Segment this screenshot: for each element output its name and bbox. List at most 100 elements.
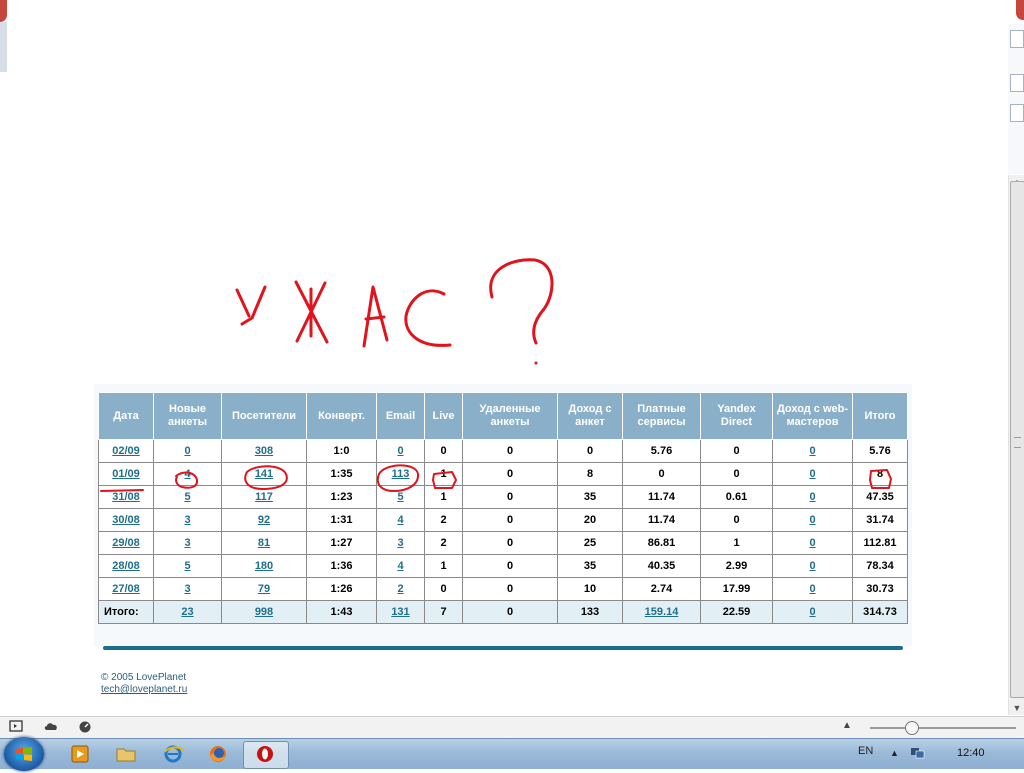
visitors-link[interactable]: 998 <box>255 606 273 618</box>
scroll-thumb[interactable] <box>1010 181 1024 698</box>
language-indicator[interactable]: EN <box>858 745 873 757</box>
windows-taskbar: EN ▲ 12:40 <box>0 737 1024 771</box>
cell-new-profiles: 5 <box>153 485 222 509</box>
cell-paid-services: 0 <box>622 462 701 486</box>
cell-deleted-profiles: 0 <box>462 600 558 624</box>
scroll-down-arrow-icon[interactable]: ▼ <box>1012 703 1022 713</box>
cloud-icon[interactable] <box>43 720 59 736</box>
cell-paid-services: 40.35 <box>622 554 701 578</box>
cell-webmaster-income: 0 <box>772 531 853 555</box>
visitors-link[interactable]: 180 <box>255 560 273 572</box>
webmaster-income-link[interactable]: 0 <box>809 491 815 503</box>
webmaster-income-link[interactable]: 0 <box>809 468 815 480</box>
cell-paid-services: 159.14 <box>622 600 701 624</box>
new-profiles-link[interactable]: 3 <box>184 514 190 526</box>
zoom-arrow-icon[interactable]: ▲ <box>842 720 852 731</box>
email-link[interactable]: 0 <box>397 445 403 457</box>
taskbar-opera[interactable] <box>243 741 289 769</box>
cell-paid-services: 2.74 <box>622 577 701 601</box>
cell-webmaster-income: 0 <box>772 485 853 509</box>
windows-logo-icon <box>16 747 32 761</box>
email-link[interactable]: 113 <box>392 468 410 480</box>
visitors-link[interactable]: 79 <box>258 583 270 595</box>
new-profiles-link[interactable]: 0 <box>184 445 190 457</box>
cell-deleted-profiles: 0 <box>462 554 558 578</box>
cell-live: 2 <box>424 508 463 532</box>
zoom-slider-thumb[interactable] <box>905 721 919 735</box>
cell-new-profiles: 3 <box>153 577 222 601</box>
date-link[interactable]: 30/08 <box>112 514 140 526</box>
zoom-slider-track[interactable] <box>870 727 1016 729</box>
cell-profile-income: 0 <box>557 439 623 463</box>
clock[interactable]: 12:40 <box>957 747 985 759</box>
cell-new-profiles: 5 <box>153 554 222 578</box>
date-link[interactable]: 31/08 <box>112 491 140 503</box>
taskbar-firefox[interactable] <box>196 741 240 767</box>
webmaster-income-link[interactable]: 0 <box>809 514 815 526</box>
cell-visitors: 92 <box>221 508 307 532</box>
taskbar-internet-explorer[interactable] <box>151 741 195 767</box>
cell-visitors: 998 <box>221 600 307 624</box>
table-row: 28/08 5 180 1:36 4 1 0 35 40.35 2.99 0 78.34 <box>98 554 908 578</box>
cell-deleted-profiles: 0 <box>462 577 558 601</box>
cell-webmaster-income: 0 <box>772 439 853 463</box>
webmaster-income-link[interactable]: 0 <box>809 445 815 457</box>
date-link[interactable]: 28/08 <box>112 560 140 572</box>
visitors-link[interactable]: 141 <box>255 468 273 480</box>
cell-paid-services: 5.76 <box>622 439 701 463</box>
email-link[interactable]: 2 <box>397 583 403 595</box>
copyright-text: © 2005 LovePlanet <box>101 672 187 683</box>
cell-yandex-direct: 1 <box>700 531 773 555</box>
tray-expand-icon[interactable]: ▲ <box>890 748 899 758</box>
visitors-link[interactable]: 308 <box>255 445 273 457</box>
cell-live: 0 <box>424 577 463 601</box>
visitors-link[interactable]: 117 <box>255 491 273 503</box>
cell-date: 30/08 <box>98 508 154 532</box>
contact-email-link[interactable]: tech@loveplanet.ru <box>101 684 187 695</box>
webmaster-income-link[interactable]: 0 <box>809 606 815 618</box>
opera-icon <box>257 746 273 762</box>
email-link[interactable]: 131 <box>391 606 409 618</box>
new-profiles-link[interactable]: 3 <box>184 583 190 595</box>
visitors-link[interactable]: 92 <box>258 514 270 526</box>
col-header-email: Email <box>376 392 425 440</box>
taskbar-explorer[interactable] <box>104 741 148 767</box>
webmaster-income-link[interactable]: 0 <box>809 560 815 572</box>
new-profiles-link[interactable]: 3 <box>184 537 190 549</box>
cell-visitors: 117 <box>221 485 307 509</box>
cell-deleted-profiles: 0 <box>462 508 558 532</box>
cell-new-profiles: 3 <box>153 531 222 555</box>
footer: © 2005 LovePlanet tech@loveplanet.ru <box>101 672 187 696</box>
date-link[interactable]: 02/09 <box>112 445 140 457</box>
taskbar-media-player[interactable] <box>58 741 102 767</box>
email-link[interactable]: 4 <box>397 514 403 526</box>
email-link[interactable]: 5 <box>397 491 403 503</box>
start-button[interactable] <box>4 737 44 771</box>
new-profiles-link[interactable]: 5 <box>184 560 190 572</box>
cell-conversion: 1:31 <box>306 508 377 532</box>
email-link[interactable]: 4 <box>397 560 403 572</box>
new-profiles-link[interactable]: 23 <box>181 606 193 618</box>
new-profiles-link[interactable]: 4 <box>184 468 190 480</box>
cell-conversion: 1:26 <box>306 577 377 601</box>
date-link[interactable]: 29/08 <box>112 537 140 549</box>
date-link[interactable]: 01/09 <box>112 468 140 480</box>
network-icon[interactable] <box>910 746 926 760</box>
panel-toggle-icon[interactable] <box>8 720 24 736</box>
stats-panel: Дата Новые анкеты Посетители Конверт. Em… <box>94 384 912 646</box>
vertical-scrollbar[interactable]: ▲ ▼ <box>1008 175 1024 715</box>
date-link[interactable]: 27/08 <box>112 583 140 595</box>
new-profiles-link[interactable]: 5 <box>184 491 190 503</box>
cell-webmaster-income: 0 <box>772 577 853 601</box>
cell-profile-income: 8 <box>557 462 623 486</box>
table-bottom-bar <box>103 646 903 650</box>
webmaster-income-link[interactable]: 0 <box>809 537 815 549</box>
webmaster-income-link[interactable]: 0 <box>809 583 815 595</box>
speed-dial-icon[interactable] <box>77 720 93 736</box>
cell-new-profiles: 3 <box>153 508 222 532</box>
email-link[interactable]: 3 <box>397 537 403 549</box>
paid-services-link[interactable]: 159.14 <box>645 606 679 618</box>
cell-conversion: 1:43 <box>306 600 377 624</box>
visitors-link[interactable]: 81 <box>258 537 270 549</box>
cell-email: 131 <box>376 600 425 624</box>
